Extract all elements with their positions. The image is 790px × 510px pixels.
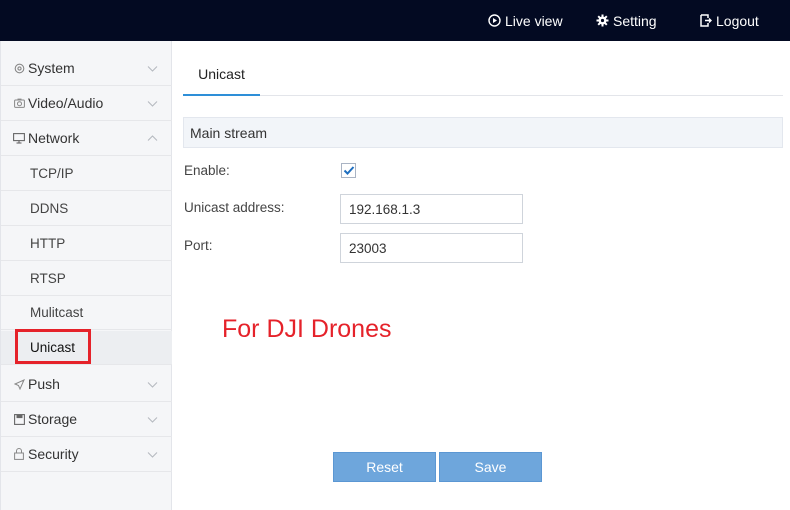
live-view-label: Live view <box>505 12 563 29</box>
logout-link[interactable]: Logout <box>700 0 759 41</box>
sidebar-subitem-ddns[interactable]: DDNS <box>1 192 172 226</box>
chevron-down-icon <box>147 382 158 388</box>
section-header: Main stream <box>183 117 783 148</box>
gear-icon <box>13 62 25 74</box>
camera-icon <box>13 97 25 109</box>
port-input[interactable] <box>340 233 523 263</box>
sidebar-item-label: Security <box>28 446 79 462</box>
sidebar-subitem-multicast[interactable]: Mulitcast <box>1 296 172 330</box>
sidebar-subitem-label: TCP/IP <box>30 166 74 181</box>
sidebar-item-network[interactable]: Network <box>1 121 172 156</box>
sidebar-item-system[interactable]: System <box>1 51 172 86</box>
sidebar-item-video-audio[interactable]: Video/Audio <box>1 86 172 121</box>
port-label: Port: <box>184 238 213 253</box>
gear-icon <box>596 14 609 27</box>
chevron-down-icon <box>147 417 158 423</box>
top-bar: Live view Setting Logout <box>0 0 790 41</box>
tab-divider <box>260 95 783 96</box>
chevron-down-icon <box>147 66 158 72</box>
sidebar-item-label: Storage <box>28 411 78 427</box>
highlight-box <box>15 329 91 364</box>
setting-link[interactable]: Setting <box>596 0 657 41</box>
chevron-up-icon <box>147 135 158 141</box>
unicast-address-input[interactable] <box>340 194 523 224</box>
sidebar-item-label: Video/Audio <box>28 95 104 111</box>
lock-icon <box>13 448 25 460</box>
enable-checkbox[interactable] <box>341 163 356 178</box>
sidebar-item-storage[interactable]: Storage <box>1 402 172 437</box>
sidebar-item-push[interactable]: Push <box>1 367 172 402</box>
send-icon <box>13 378 25 390</box>
sidebar-subitem-label: DDNS <box>30 201 69 216</box>
annotation-text: For DJI Drones <box>222 315 392 343</box>
unicast-address-label: Unicast address: <box>184 200 285 215</box>
enable-label: Enable: <box>184 163 230 178</box>
storage-icon <box>13 413 25 425</box>
live-view-link[interactable]: Live view <box>488 0 563 41</box>
sidebar-item-label: Network <box>28 130 80 146</box>
sidebar-subitem-rtsp[interactable]: RTSP <box>1 262 172 296</box>
sidebar-subitem-tcpip[interactable]: TCP/IP <box>1 157 172 191</box>
logout-icon <box>700 14 712 27</box>
sidebar: System Video/Audio Network TCP/IP DDNS H… <box>0 41 172 510</box>
monitor-icon <box>13 132 25 144</box>
sidebar-item-security[interactable]: Security <box>1 437 172 472</box>
tab-unicast[interactable]: Unicast <box>183 54 260 96</box>
sidebar-item-label: Push <box>28 376 60 392</box>
setting-label: Setting <box>613 12 657 29</box>
sidebar-subitem-label: RTSP <box>30 271 66 286</box>
sidebar-item-label: System <box>28 60 75 76</box>
sidebar-subitem-label: HTTP <box>30 236 66 251</box>
sidebar-subitem-label: Mulitcast <box>30 305 84 320</box>
sidebar-subitem-http[interactable]: HTTP <box>1 227 172 261</box>
section-title: Main stream <box>190 124 268 141</box>
reset-button[interactable]: Reset <box>333 452 436 482</box>
save-button[interactable]: Save <box>439 452 542 482</box>
checkmark-icon <box>343 166 354 175</box>
chevron-down-icon <box>147 452 158 458</box>
play-circle-icon <box>488 14 501 27</box>
logout-label: Logout <box>716 12 759 29</box>
chevron-down-icon <box>147 101 158 107</box>
